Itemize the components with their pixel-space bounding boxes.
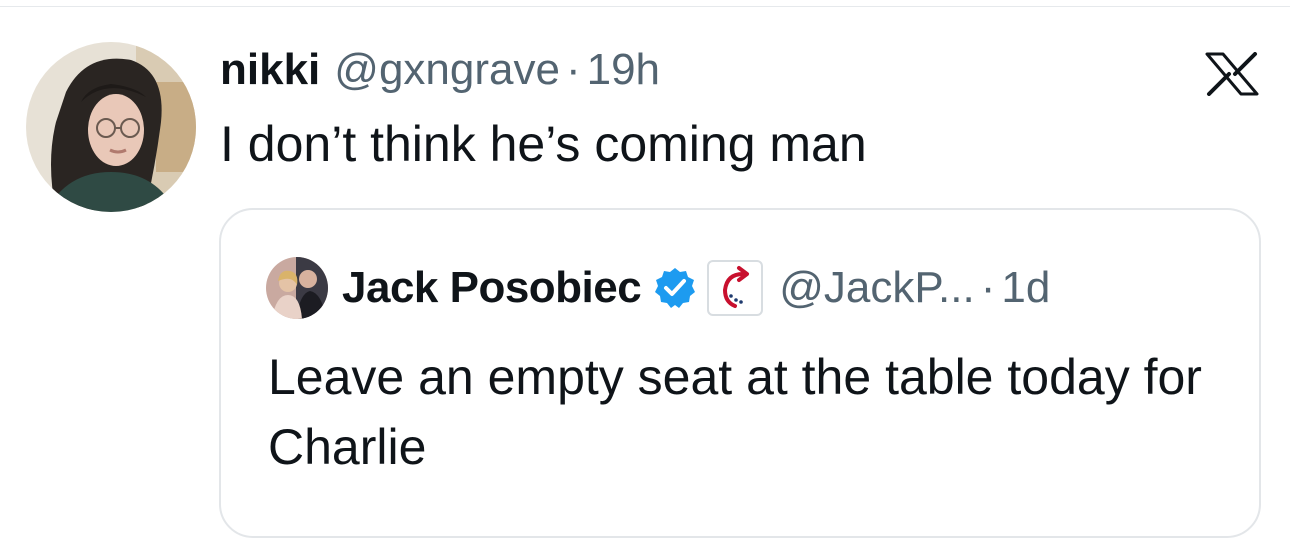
header-separator: · bbox=[565, 45, 581, 94]
quoted-tweet-timestamp[interactable]: 1d bbox=[1001, 258, 1050, 318]
tweet-header: nikki @gxngrave · 19h bbox=[220, 40, 660, 100]
quoted-tweet-text: Leave an empty seat at the table today f… bbox=[268, 349, 1202, 475]
author-avatar[interactable] bbox=[26, 42, 196, 212]
author-handle[interactable]: @gxngrave bbox=[334, 40, 560, 100]
quoted-author-avatar[interactable] bbox=[266, 257, 328, 319]
quoted-avatar-photo-icon bbox=[266, 257, 328, 319]
author-display-name[interactable]: nikki bbox=[220, 40, 320, 100]
quoted-tweet-header: Jack Posobiec @JackP... · 1d bbox=[342, 258, 1050, 318]
x-logo-icon bbox=[1205, 52, 1259, 96]
tweet-text: I don’t think he’s coming man bbox=[220, 116, 867, 172]
avatar-photo-icon bbox=[26, 42, 196, 212]
affiliation-badge-icon[interactable] bbox=[707, 260, 764, 316]
verified-badge-icon bbox=[653, 266, 697, 310]
quoted-author-display-name[interactable]: Jack Posobiec bbox=[342, 258, 642, 318]
quoted-header-separator: · bbox=[980, 263, 996, 312]
quoted-author-handle[interactable]: @JackP... bbox=[779, 258, 975, 318]
top-divider bbox=[0, 6, 1290, 7]
tweet-timestamp[interactable]: 19h bbox=[587, 40, 660, 100]
